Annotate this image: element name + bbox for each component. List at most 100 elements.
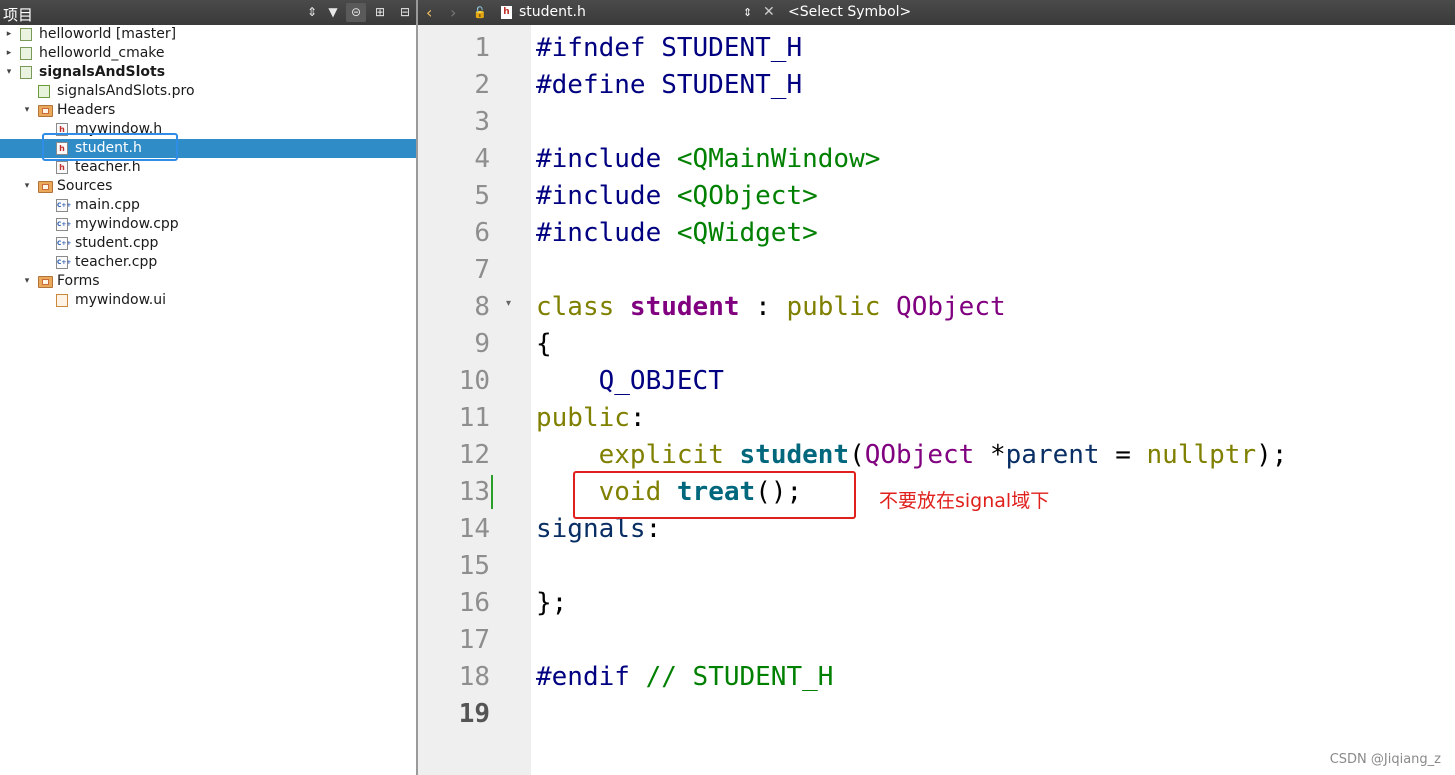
collapse-arrow-icon[interactable]: ▸ [4,25,14,44]
forward-arrow-icon[interactable]: › [450,0,456,25]
code-token: QObject [864,440,975,470]
code-token: ); [1256,440,1288,470]
link-with-editor-icon[interactable]: ⊝ [346,3,366,22]
expand-arrow-icon[interactable]: ▾ [22,101,32,120]
tree-item-mywindow-ui[interactable]: mywindow.ui [0,291,416,310]
pane-selector-arrows-icon[interactable]: ⇕ [302,3,322,22]
tree-item-label: helloworld [master] [39,26,177,42]
pane-title: 项目 [3,6,34,24]
code-token: <QObject> [676,181,818,211]
code-line[interactable]: class student : public QObject [536,289,1006,326]
tree-item-label: teacher.cpp [75,254,158,270]
line-number: 15 [458,551,490,581]
line-number: 18 [458,662,490,692]
folder-icon [38,105,53,117]
tree-item-mywindow-cpp[interactable]: C++ mywindow.cpp [0,215,416,234]
fold-arrow-icon[interactable]: ▾ [506,298,511,309]
file-selector-arrows-icon[interactable]: ⇕ [743,0,752,25]
cpp-file-icon: C++ [56,237,71,250]
header-file-icon: h [56,161,68,174]
line-number: 17 [458,625,490,655]
tree-item-label: mywindow.ui [75,292,166,308]
highlight-box-student-h [42,133,178,161]
code-line[interactable]: #include <QObject> [536,178,818,215]
tree-item-forms[interactable]: ▾ Forms [0,272,416,291]
code-token: #include [536,218,677,248]
line-number: 5 [474,181,490,211]
code-token: : [629,403,646,433]
tree-item-helloworld-master-[interactable]: ▸ helloworld [master] [0,25,416,44]
tree-item-label: Forms [57,273,100,289]
cpp-file-icon: C++ [56,256,71,269]
line-number: 3 [474,107,490,137]
code-token: = [1099,440,1147,470]
expand-arrow-icon[interactable]: ▾ [4,63,14,82]
line-number: 14 [458,514,490,544]
close-document-icon[interactable]: ✕ [763,0,775,25]
split-pane-icon[interactable]: ⊞ [370,3,390,22]
filter-icon[interactable]: ▼ [323,3,343,22]
tree-item-teacher-cpp[interactable]: C++ teacher.cpp [0,253,416,272]
cmake-project-icon [20,47,32,60]
annotation-box-treat [573,471,856,519]
code-line[interactable]: #define STUDENT_H [536,67,802,104]
code-token: }; [536,588,568,618]
code-token: explicit [598,440,740,470]
code-token: student [629,292,740,322]
project-tree-pane: 项目 ⇕ ▼ ⊝ ⊞ ⊟ ▸ helloworld [master] ▸ hellow… [0,0,416,775]
lock-icon[interactable]: 🔓 [473,0,487,25]
code-token: public [786,292,897,322]
line-number: 9 [474,329,490,359]
expand-arrow-icon[interactable]: ▾ [22,272,32,291]
line-number: 16 [458,588,490,618]
code-token: // STUDENT_H [645,662,834,692]
tree-item-sources[interactable]: ▾ Sources [0,177,416,196]
code-token: class [536,292,630,322]
code-line[interactable]: }; [536,585,567,622]
collapse-arrow-icon[interactable]: ▸ [4,44,14,63]
tree-item-main-cpp[interactable]: C++ main.cpp [0,196,416,215]
editor-toolbar: ‹ › 🔓 h student.h ⇕ ✕ <Select Symbol> [418,0,1455,25]
modified-line-marker [491,475,493,509]
code-token: <QMainWindow> [676,144,881,174]
code-token: student [739,440,850,470]
tree-item-headers[interactable]: ▾ Headers [0,101,416,120]
code-line[interactable]: #ifndef STUDENT_H [536,30,802,67]
tree-item-student-cpp[interactable]: C++ student.cpp [0,234,416,253]
tree-item-label: main.cpp [75,197,140,213]
open-file-name[interactable]: student.h [519,0,586,25]
project-icon [20,28,32,41]
tree-item-label: signalsAndSlots [39,64,166,80]
code-token: #include [536,181,677,211]
code-line[interactable]: Q_OBJECT [536,363,724,400]
expand-arrow-icon[interactable]: ▾ [22,177,32,196]
ui-file-icon [56,294,68,307]
code-token: #ifndef STUDENT_H [536,33,803,63]
tree-item-helloworld-cmake[interactable]: ▸ helloworld_cmake [0,44,416,63]
line-number: 19 [458,699,490,729]
back-arrow-icon[interactable]: ‹ [426,0,432,25]
code-line[interactable]: #include <QWidget> [536,215,818,252]
code-line[interactable]: { [536,326,552,363]
code-line[interactable]: public: [536,400,646,437]
tree-item-label: student.cpp [75,235,159,251]
tree-item-label: Sources [57,178,113,194]
code-line[interactable]: #include <QMainWindow> [536,141,880,178]
close-pane-icon[interactable]: ⊟ [395,3,415,22]
project-pane-toolbar: 项目 ⇕ ▼ ⊝ ⊞ ⊟ [0,0,416,25]
line-number: 7 [474,255,490,285]
tree-item-label: mywindow.cpp [75,216,179,232]
tree-item-signalsandslots-pro[interactable]: signalsAndSlots.pro [0,82,416,101]
code-token: public [536,403,630,433]
code-token: ( [849,440,865,470]
code-line[interactable]: #endif // STUDENT_H [536,659,833,696]
folder-icon [38,276,53,288]
code-token: <QWidget> [676,218,818,248]
code-token: QObject [896,292,1006,322]
tree-item-label: helloworld_cmake [39,45,165,61]
code-line[interactable]: explicit student(QObject *parent = nullp… [536,437,1288,474]
tree-item-signalsandslots[interactable]: ▾ signalsAndSlots [0,63,416,82]
symbol-selector[interactable]: <Select Symbol> [788,0,911,25]
